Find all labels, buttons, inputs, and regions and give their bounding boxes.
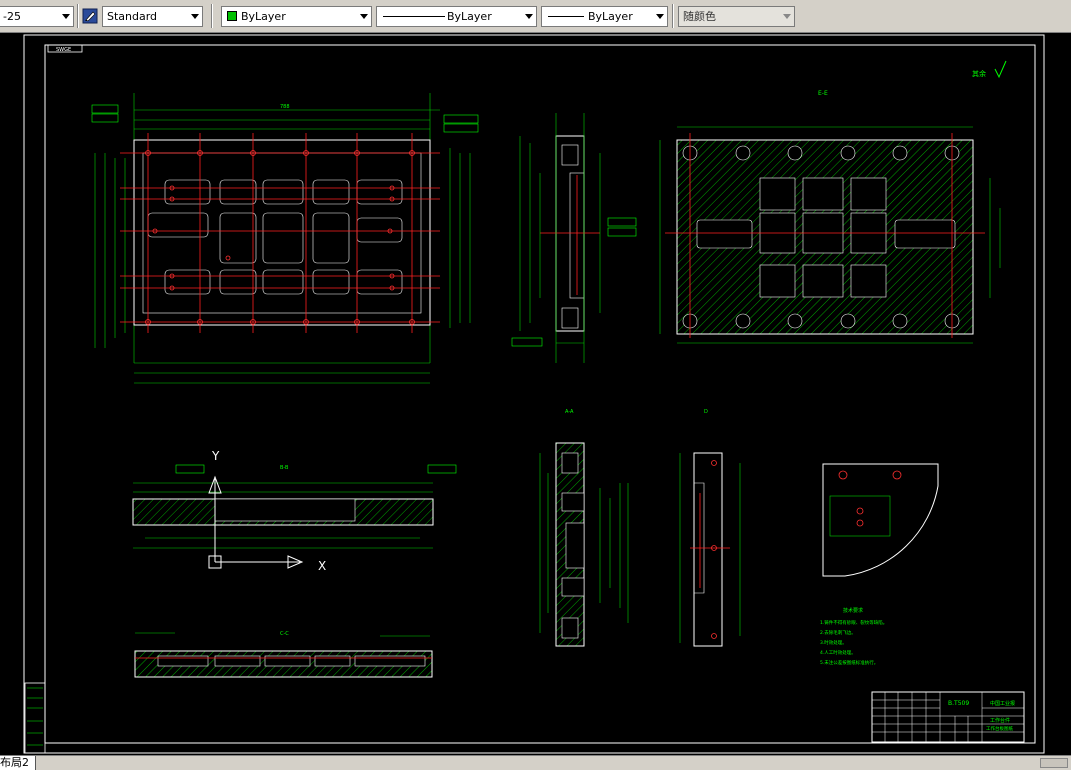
- toolbar-divider: [211, 4, 213, 28]
- chevron-down-icon: [62, 14, 70, 19]
- horizontal-scrollbar[interactable]: [1040, 758, 1068, 768]
- title-block-company: 中国工业报: [990, 700, 1015, 707]
- main-plan-view: 788: [91, 93, 479, 384]
- dimension-style-dropdown[interactable]: -25: [0, 6, 74, 27]
- chevron-down-icon: [656, 14, 664, 19]
- note-item: 1.铸件不得有砂眼、裂纹等缺陷。: [820, 619, 887, 626]
- section-b-b-view: B-B: [132, 464, 457, 549]
- roughness-note: 其余: [972, 69, 986, 78]
- chevron-down-icon: [783, 14, 791, 19]
- title-block-part: 工作台件: [990, 717, 1010, 724]
- note-item: 3.时效处理。: [820, 639, 847, 646]
- section-c-c-view: C-C: [134, 631, 433, 678]
- detail-view: [822, 463, 939, 577]
- section-a-a-view: A-A: [539, 409, 629, 647]
- note-item: 5.未注公差按图纸标准执行。: [820, 659, 878, 666]
- chevron-down-icon: [525, 14, 533, 19]
- overall-width-dimension: 788: [280, 104, 290, 110]
- linetype-control-value: ByLayer: [447, 10, 492, 23]
- corner-tag: SWGE: [56, 47, 71, 53]
- section-d-label: D: [704, 409, 708, 415]
- roughness-symbol-icon: [994, 60, 1007, 79]
- toolbar-divider: [77, 4, 79, 28]
- side-view: [511, 113, 637, 363]
- toolbar-divider: [672, 4, 674, 28]
- section-a-a-label: A-A: [565, 409, 574, 415]
- section-b-b-label: B-B: [280, 465, 289, 471]
- title-block-code: B.T509: [948, 700, 969, 707]
- title-block: B.T509 中国工业报 工作台件 工作台板图纸: [871, 691, 1025, 743]
- section-c-c-label: C-C: [280, 631, 289, 637]
- color-control-value: ByLayer: [241, 10, 286, 23]
- chevron-down-icon: [360, 14, 368, 19]
- chevron-down-icon: [191, 14, 199, 19]
- section-d-view: D: [679, 409, 741, 647]
- dimension-style-value: -25: [3, 10, 21, 23]
- note-item: 4.人工时效处理。: [820, 649, 856, 656]
- layout-tab-bar: 布局2: [0, 755, 1071, 770]
- side-strip: [24, 682, 46, 754]
- technical-notes: 技术要求 1.铸件不得有砂眼、裂纹等缺陷。 2.去除毛刺飞边。 3.时效处理。 …: [820, 607, 887, 666]
- title-block-line: 工作台板图纸: [986, 725, 1013, 732]
- notes-title: 技术要求: [843, 607, 863, 614]
- section-e-e-label: E-E: [818, 90, 828, 97]
- ucs-y-label: Y: [211, 449, 220, 463]
- text-style-value: Standard: [107, 10, 158, 23]
- lineweight-control-value: ByLayer: [588, 10, 633, 23]
- properties-toolbar: -25 Standard ByLayer ByLayer ByLayer 随颜色: [0, 0, 1071, 33]
- color-control-dropdown[interactable]: ByLayer: [221, 6, 372, 27]
- plot-style-value: 随颜色: [683, 10, 716, 23]
- note-item: 2.去除毛刺飞边。: [820, 629, 856, 636]
- section-e-e-view: E-E: [659, 90, 1001, 344]
- color-swatch-icon: [227, 11, 237, 21]
- lineweight-sample-icon: [548, 16, 584, 17]
- linetype-sample-icon: [383, 16, 445, 17]
- text-style-dropdown[interactable]: Standard: [102, 6, 203, 27]
- side-strip-lines: [27, 687, 43, 746]
- plot-style-dropdown[interactable]: 随颜色: [678, 6, 795, 27]
- text-style-icon[interactable]: [82, 8, 98, 24]
- lineweight-control-dropdown[interactable]: ByLayer: [541, 6, 668, 27]
- linetype-control-dropdown[interactable]: ByLayer: [376, 6, 537, 27]
- tab-layout2[interactable]: 布局2: [0, 756, 36, 770]
- drawing-canvas[interactable]: SWGE 其余 788 E-E B-B Y X C-C A-A D 技术要求 1…: [0, 33, 1071, 755]
- ucs-x-label: X: [318, 559, 326, 573]
